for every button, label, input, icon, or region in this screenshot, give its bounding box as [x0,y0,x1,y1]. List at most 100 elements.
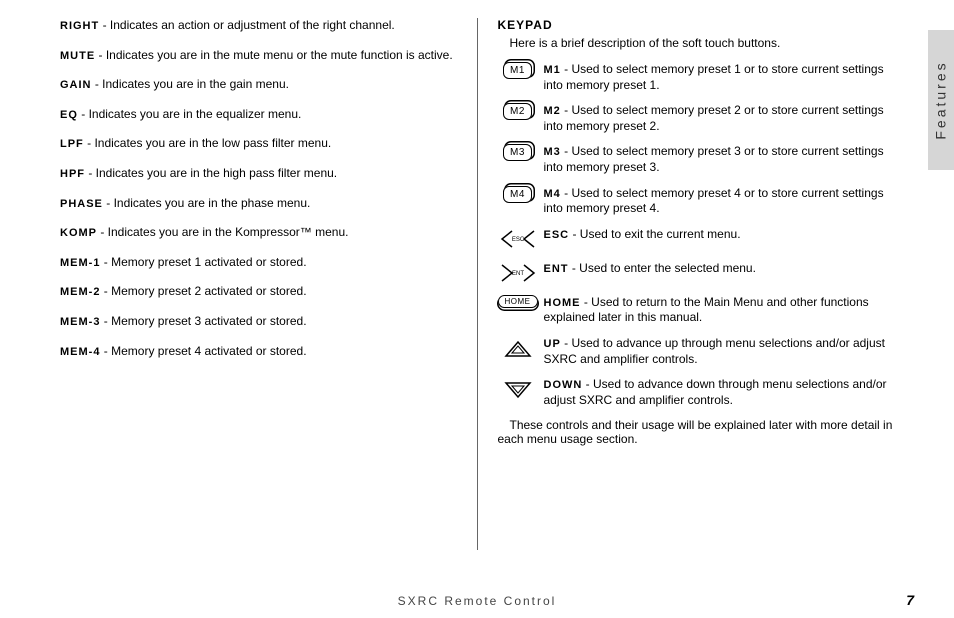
keypad-description: - Used to advance down through menu sele… [544,377,887,407]
page-content: RIGHT - Indicates an action or adjustmen… [0,0,954,550]
keypad-icon-slot: M2 [498,103,538,120]
keypad-entry: ENTENT - Used to enter the selected menu… [498,261,895,285]
keypad-entry: M3M3 - Used to select memory preset 3 or… [498,144,895,175]
keypad-text: M2 - Used to select memory preset 2 or t… [544,103,895,134]
keypad-text: UP - Used to advance up through menu sel… [544,336,895,367]
keypad-description: - Used to select memory preset 2 or to s… [544,103,884,133]
keypad-term: DOWN [544,379,583,391]
keypad-term: M4 [544,188,561,200]
term-description: - Indicates you are in the phase menu. [103,196,310,210]
keypad-entry: UP - Used to advance up through menu sel… [498,336,895,367]
keypad-entry: M4M4 - Used to select memory preset 4 or… [498,186,895,217]
svg-text:ENT: ENT [512,271,524,277]
m4-button-icon: M4 [503,186,532,203]
keypad-icon-slot [498,377,538,401]
definition-entry: MEM-1 - Memory preset 1 activated or sto… [60,255,457,271]
keypad-icon-slot: M1 [498,62,538,79]
term-label: GAIN [60,79,92,91]
definition-entry: KOMP - Indicates you are in the Kompress… [60,225,457,241]
keypad-entry: M1M1 - Used to select memory preset 1 or… [498,62,895,93]
term-label: LPF [60,138,84,150]
keypad-term: UP [544,338,561,350]
keypad-icon-slot: ESC [498,227,538,251]
term-label: EQ [60,109,78,121]
definition-entry: MEM-3 - Memory preset 3 activated or sto… [60,314,457,330]
term-label: HPF [60,168,85,180]
keypad-description: - Used to select memory preset 3 or to s… [544,144,884,174]
keypad-text: HOME - Used to return to the Main Menu a… [544,295,895,326]
term-description: - Memory preset 2 activated or stored. [100,284,306,298]
keypad-heading: KEYPAD [498,18,895,32]
m1-button-icon: M1 [503,62,532,79]
keypad-text: ENT - Used to enter the selected menu. [544,261,895,277]
term-description: - Indicates you are in the Kompressor™ m… [97,225,348,239]
term-description: - Indicates you are in the high pass fil… [85,166,337,180]
keypad-text: ESC - Used to exit the current menu. [544,227,895,243]
keypad-description: - Used to advance up through menu select… [544,336,885,366]
term-label: PHASE [60,198,103,210]
keypad-entry: HOMEHOME - Used to return to the Main Me… [498,295,895,326]
term-description: - Memory preset 4 activated or stored. [100,344,306,358]
keypad-icon-slot: M4 [498,186,538,203]
keypad-term: ENT [544,263,569,275]
term-label: RIGHT [60,20,99,32]
definition-entry: GAIN - Indicates you are in the gain men… [60,77,457,93]
definition-entry: MEM-2 - Memory preset 2 activated or sto… [60,284,457,300]
keypad-entry: ESCESC - Used to exit the current menu. [498,227,895,251]
right-column: KEYPAD Here is a brief description of th… [477,18,915,550]
keypad-icon-slot [498,336,538,360]
keypad-term: HOME [544,297,581,309]
esc-chevron-icon: ESC [498,227,538,251]
definition-entry: HPF - Indicates you are in the high pass… [60,166,457,182]
definition-entry: EQ - Indicates you are in the equalizer … [60,107,457,123]
keypad-term: M2 [544,105,561,117]
keypad-text: DOWN - Used to advance down through menu… [544,377,895,408]
page-number: 7 [906,592,914,608]
keypad-description: - Used to exit the current menu. [569,227,740,241]
keypad-text: M4 - Used to select memory preset 4 or t… [544,186,895,217]
definition-entry: PHASE - Indicates you are in the phase m… [60,196,457,212]
keypad-entry: DOWN - Used to advance down through menu… [498,377,895,408]
keypad-term: M3 [544,146,561,158]
keypad-description: - Used to select memory preset 1 or to s… [544,62,884,92]
keypad-description: - Used to select memory preset 4 or to s… [544,186,884,216]
term-description: - Memory preset 3 activated or stored. [100,314,306,328]
keypad-term: ESC [544,229,570,241]
keypad-text: M1 - Used to select memory preset 1 or t… [544,62,895,93]
term-description: - Indicates you are in the gain menu. [92,77,289,91]
down-arrow-icon [498,377,538,401]
term-description: - Memory preset 1 activated or stored. [100,255,306,269]
definition-entry: MEM-4 - Memory preset 4 activated or sto… [60,344,457,360]
home-button-icon: HOME [498,295,538,308]
keypad-outro: These controls and their usage will be e… [498,418,895,446]
definition-entry: LPF - Indicates you are in the low pass … [60,136,457,152]
up-arrow-icon [498,336,538,360]
term-label: MEM-2 [60,286,100,298]
keypad-icon-slot: ENT [498,261,538,285]
keypad-text: M3 - Used to select memory preset 3 or t… [544,144,895,175]
term-label: MUTE [60,50,95,62]
definition-entry: MUTE - Indicates you are in the mute men… [60,48,457,64]
side-tab-label: Features [933,60,949,139]
svg-text:ESC: ESC [511,237,524,243]
m2-button-icon: M2 [503,103,532,120]
term-description: - Indicates you are in the low pass filt… [84,136,331,150]
m3-button-icon: M3 [503,144,532,161]
keypad-icon-slot: HOME [498,295,538,308]
keypad-icon-slot: M3 [498,144,538,161]
term-label: MEM-3 [60,316,100,328]
keypad-description: - Used to enter the selected menu. [569,261,756,275]
definition-entry: RIGHT - Indicates an action or adjustmen… [60,18,457,34]
term-label: MEM-1 [60,257,100,269]
term-label: MEM-4 [60,346,100,358]
term-description: - Indicates you are in the mute menu or … [95,48,453,62]
term-label: KOMP [60,227,97,239]
term-description: - Indicates you are in the equalizer men… [78,107,301,121]
keypad-entry: M2M2 - Used to select memory preset 2 or… [498,103,895,134]
keypad-term: M1 [544,64,561,76]
side-tab: Features [928,30,954,170]
left-column: RIGHT - Indicates an action or adjustmen… [60,18,477,550]
ent-chevron-icon: ENT [498,261,538,285]
keypad-description: - Used to return to the Main Menu and ot… [544,295,869,325]
footer-title: SXRC Remote Control [0,594,954,608]
